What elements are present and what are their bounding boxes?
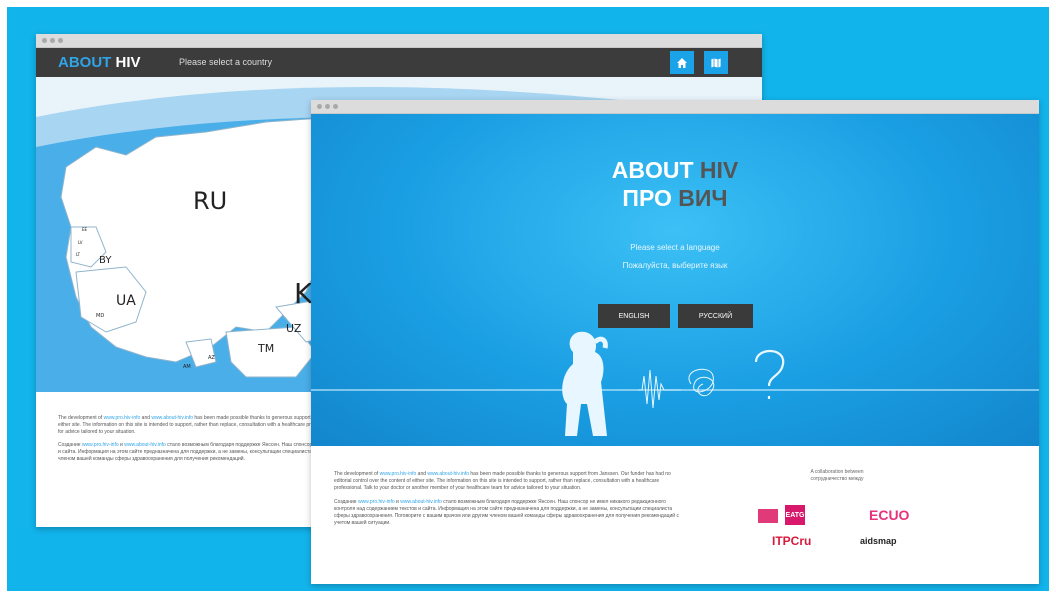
partner-logo-aidsmap[interactable]: aidsmap [860,536,897,546]
home-button[interactable] [670,51,694,74]
map-label-uz[interactable]: UZ [286,322,301,335]
language-select-window: ABOUT HIV ПРО ВИЧ Please select a langua… [311,100,1039,584]
window-dot-icon [58,38,63,43]
window-dot-icon [50,38,55,43]
map-label-lv[interactable]: LV [78,240,83,245]
hero-title-ru: ПРО ВИЧ [622,185,728,211]
hero-title-en: ABOUT HIV [611,157,739,183]
home-icon [677,57,687,68]
country-prompt: Please select a country [179,57,273,67]
window-dot-icon [333,104,338,109]
map-label-az[interactable]: AZ [208,355,215,361]
pro-hiv-link-ru[interactable]: www.pro.hiv-info [82,442,119,448]
language-prompt-en: Please select a language [630,243,720,252]
site-header: ABOUT HIV Please select a country [36,48,762,77]
site-logo[interactable]: ABOUT HIV [58,54,141,71]
partner-logo-itpcru[interactable]: ITPCru [772,534,811,548]
partner-logos: EATG ECUO ITPCru aidsmap [751,503,941,558]
partner-logo-red-badge[interactable] [758,509,778,523]
map-label-ua[interactable]: UA [116,293,136,309]
map-button[interactable] [704,51,728,74]
map-icon [710,56,722,69]
russian-button[interactable]: РУССКИЙ [678,304,753,328]
english-button[interactable]: ENGLISH [598,304,670,328]
map-label-am[interactable]: AM [183,364,191,370]
hero-section: ABOUT HIV ПРО ВИЧ Please select a langua… [311,114,1039,446]
map-label-by[interactable]: BY [99,255,111,266]
window-chrome [36,34,762,48]
map-label-lt[interactable]: LT [76,252,80,257]
footer-disclaimer: The development of www.pro.hiv-info and … [334,471,679,527]
window-dot-icon [317,104,322,109]
window-chrome [311,100,1039,114]
partner-logo-ecuo[interactable]: ECUO [869,507,909,523]
map-label-ee[interactable]: EE [82,227,87,232]
background-canvas: ABOUT HIV Please select a country RU K B… [7,7,1049,591]
partner-logo-eatg[interactable]: EATG [785,505,805,525]
pro-hiv-link-ru[interactable]: www.pro.hiv-info [358,499,395,505]
window-dot-icon [42,38,47,43]
map-label-ru[interactable]: RU [193,187,227,215]
about-hiv-link[interactable]: www.about-hiv.info [427,471,469,477]
pro-hiv-link[interactable]: www.pro.hiv-info [104,415,141,421]
collaboration-caption: A collaboration between сотрудничество м… [810,469,864,482]
disclaimer-ru: Создание www.pro.hiv-info и www.about-hi… [334,499,679,526]
about-hiv-link-ru[interactable]: www.about-hiv.info [400,499,442,505]
map-label-tm[interactable]: TM [258,342,274,355]
pro-hiv-link[interactable]: www.pro.hiv-info [380,471,417,477]
about-hiv-link-ru[interactable]: www.about-hiv.info [124,442,166,448]
map-label-md[interactable]: MD [96,313,104,319]
language-prompt-ru: Пожалуйста, выберите язык [622,261,728,270]
disclaimer-en: The development of www.pro.hiv-info and … [334,471,671,491]
window-dot-icon [325,104,330,109]
about-hiv-link[interactable]: www.about-hiv.info [151,415,193,421]
map-label-k[interactable]: K [294,277,312,310]
